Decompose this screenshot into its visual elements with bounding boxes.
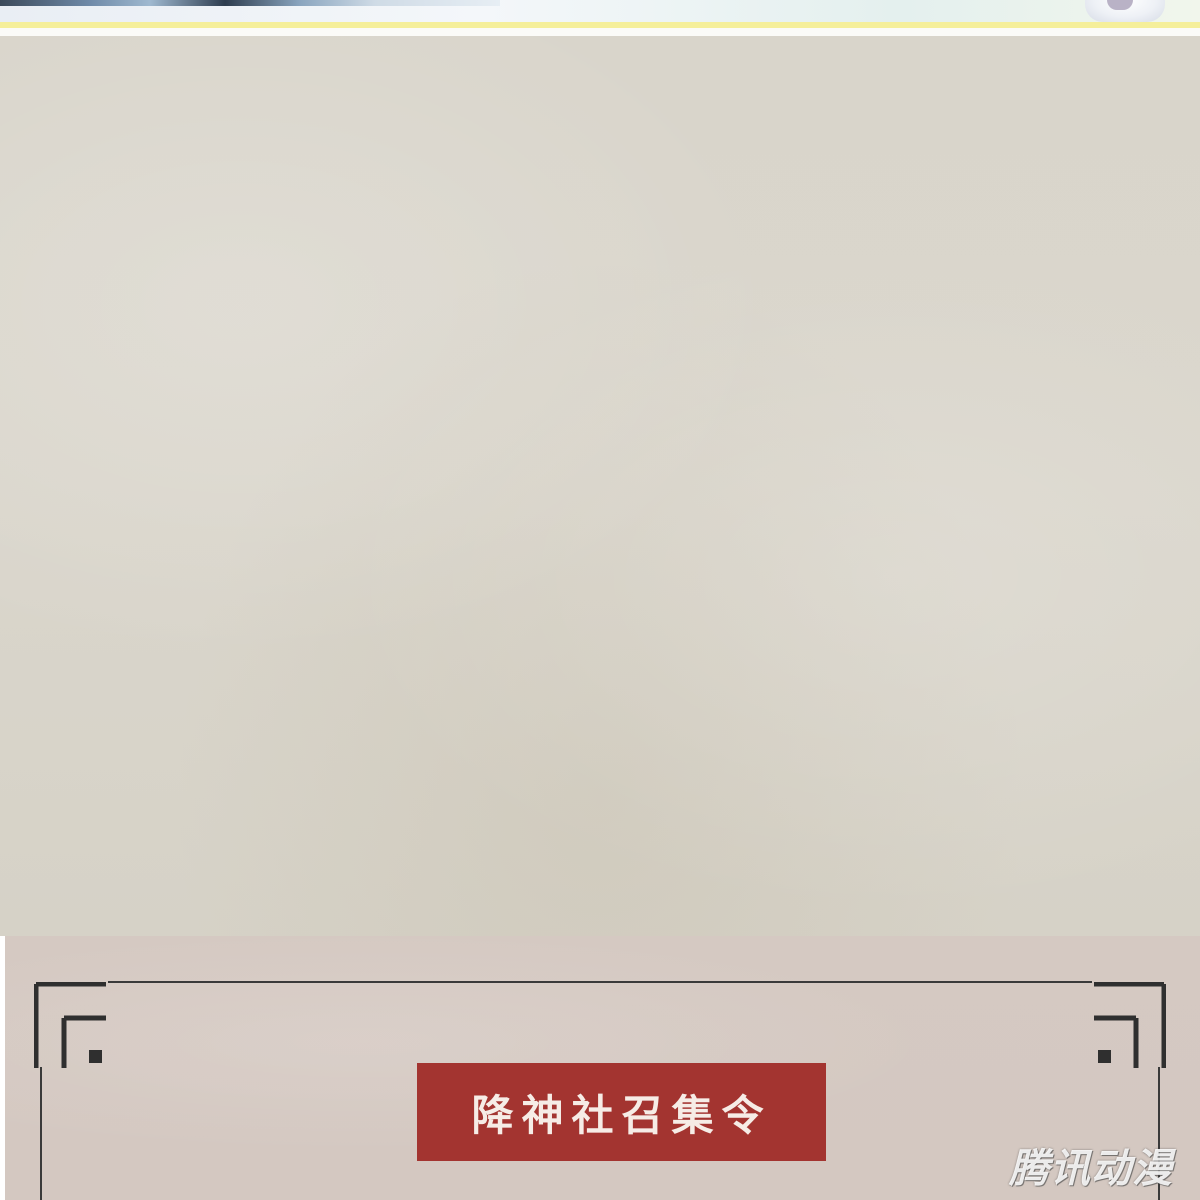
frame-corner-right — [1094, 982, 1166, 1068]
previous-panel-ornament — [1085, 0, 1165, 22]
notice-frame-left — [40, 1067, 42, 1200]
notice-title-box: 降神社召集令 — [417, 1063, 826, 1161]
notice-frame-top — [108, 981, 1092, 983]
watermark-logo: 腾讯动漫 — [1009, 1146, 1173, 1192]
comic-page: 降神社召集令 腾讯动漫 — [0, 0, 1200, 1200]
notice-title: 降神社召集令 — [471, 1090, 772, 1140]
parchment-panel — [0, 36, 1200, 936]
frame-corner-left — [34, 982, 106, 1068]
panel-gutter — [0, 28, 1200, 36]
previous-panel-art — [0, 0, 500, 6]
